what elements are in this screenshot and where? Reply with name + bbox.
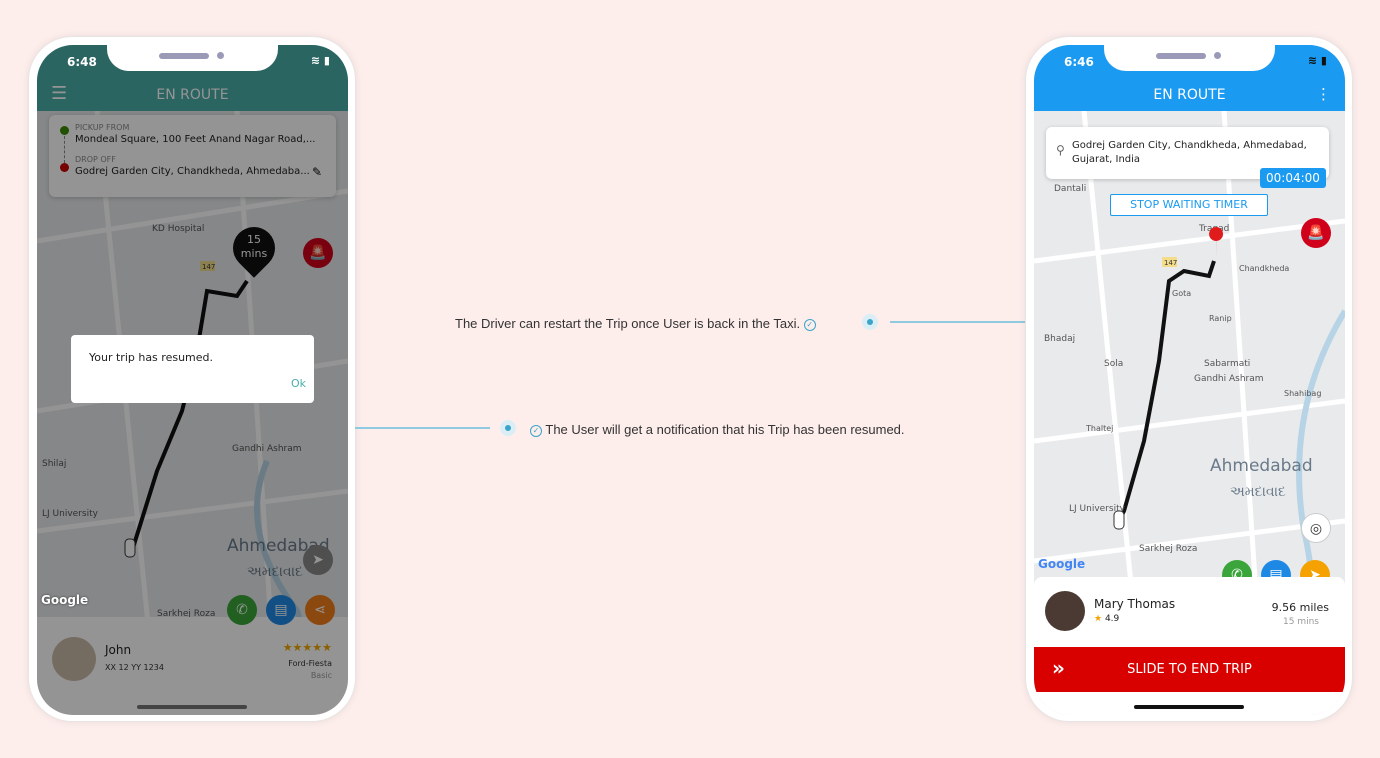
connector-line	[890, 321, 1026, 323]
check-circle-icon: ✓	[530, 424, 542, 437]
google-logo: Google	[1038, 557, 1086, 571]
map-place: Shahibag	[1284, 389, 1321, 398]
header-title: EN ROUTE	[1153, 87, 1226, 103]
right-phone: 6:46 ≋ ▮ EN ROUTE ⋮ Ahmedabad અમદાવાદ Da…	[1025, 36, 1353, 722]
rider-rating: ★ 4.9	[1094, 614, 1119, 624]
stop-waiting-timer-button[interactable]: STOP WAITING TIMER	[1110, 194, 1268, 216]
trip-duration: 15 mins	[1283, 617, 1319, 627]
map-place: Dantali	[1054, 184, 1086, 194]
map-place: Sarkhej Roza	[1139, 544, 1197, 554]
status-time: 6:48	[67, 55, 97, 69]
left-screen: 6:48 ≋ ▮ ☰ EN ROUTE Ahmedabad અમદાવાદ KD…	[37, 45, 348, 715]
right-screen: 6:46 ≋ ▮ EN ROUTE ⋮ Ahmedabad અમદાવાદ Da…	[1034, 45, 1345, 715]
home-indicator	[1134, 705, 1244, 709]
trip-resumed-dialog: Your trip has resumed. Ok	[71, 335, 314, 403]
status-time: 6:46	[1064, 55, 1094, 69]
location-pin-icon: ⚲	[1056, 143, 1065, 157]
sos-button[interactable]: 🚨	[1301, 218, 1331, 248]
map-place: Gandhi Ashram	[1194, 374, 1264, 384]
wifi-battery-icon: ≋ ▮	[1307, 54, 1327, 67]
left-phone: 6:48 ≋ ▮ ☰ EN ROUTE Ahmedabad અમદાવાદ KD…	[28, 36, 356, 722]
check-circle-icon: ✓	[803, 318, 816, 331]
annotation-text: The User will get a notification that hi…	[545, 422, 905, 437]
map-city-local: અમદાવાદ	[1230, 484, 1286, 500]
rider-avatar	[1045, 591, 1085, 631]
waiting-timer: 00:04:00	[1260, 168, 1326, 188]
annotation-driver: The Driver can restart the Trip once Use…	[455, 316, 816, 331]
connector-dot	[500, 420, 516, 436]
map-place: Sabarmati	[1204, 359, 1250, 369]
map-place: Sola	[1104, 359, 1123, 369]
wifi-battery-icon: ≋ ▮	[310, 54, 330, 67]
rider-panel: Mary Thomas ★ 4.9 9.56 miles 15 mins » S…	[1034, 577, 1345, 715]
notch	[107, 45, 278, 71]
map-city-label: Ahmedabad	[1210, 456, 1313, 476]
annotation-text: The Driver can restart the Trip once Use…	[455, 316, 801, 331]
rider-rating-value: 4.9	[1104, 614, 1120, 624]
rider-name: Mary Thomas	[1094, 597, 1176, 611]
notch	[1104, 45, 1275, 71]
trip-distance: 9.56 miles	[1271, 601, 1329, 614]
map-place: Ranip	[1209, 314, 1232, 323]
recenter-button[interactable]: ◎	[1301, 513, 1331, 543]
home-indicator	[137, 705, 247, 709]
map-place: Bhadaj	[1044, 334, 1075, 344]
connector-dot	[862, 314, 878, 330]
map-place: Chandkheda	[1239, 264, 1289, 273]
slide-label: SLIDE TO END TRIP	[1127, 662, 1252, 677]
google-logo: Google	[41, 593, 89, 607]
map-place: Gota	[1172, 289, 1191, 298]
highway-shield: 147	[1164, 259, 1177, 267]
map-place: Thaltej	[1085, 424, 1113, 433]
star-icon: ★	[1094, 614, 1103, 624]
destination-address: Godrej Garden City, Chandkheda, Ahmedaba…	[1072, 140, 1307, 165]
dialog-ok-button[interactable]: Ok	[291, 377, 306, 390]
more-options-icon[interactable]: ⋮	[1316, 85, 1331, 103]
annotation-user: ✓ The User will get a notification that …	[530, 422, 905, 437]
slide-to-end-trip[interactable]: » SLIDE TO END TRIP	[1034, 647, 1345, 692]
connector-line	[355, 427, 490, 429]
dialog-message: Your trip has resumed.	[89, 351, 214, 364]
